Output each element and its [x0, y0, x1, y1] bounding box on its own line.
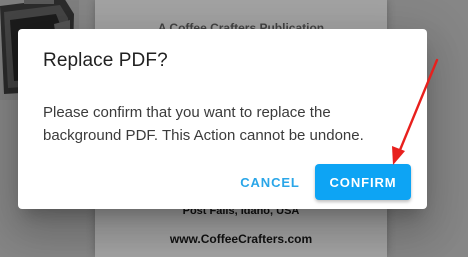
doc-website-line: www.CoffeeCrafters.com [169, 232, 313, 246]
confirm-button[interactable]: CONFIRM [315, 164, 411, 200]
replace-pdf-dialog: Replace PDF? Please confirm that you wan… [18, 29, 427, 209]
cancel-button[interactable]: CANCEL [232, 164, 308, 200]
dialog-message: Please confirm that you want to replace … [43, 104, 364, 144]
dialog-title: Replace PDF? [43, 50, 168, 71]
